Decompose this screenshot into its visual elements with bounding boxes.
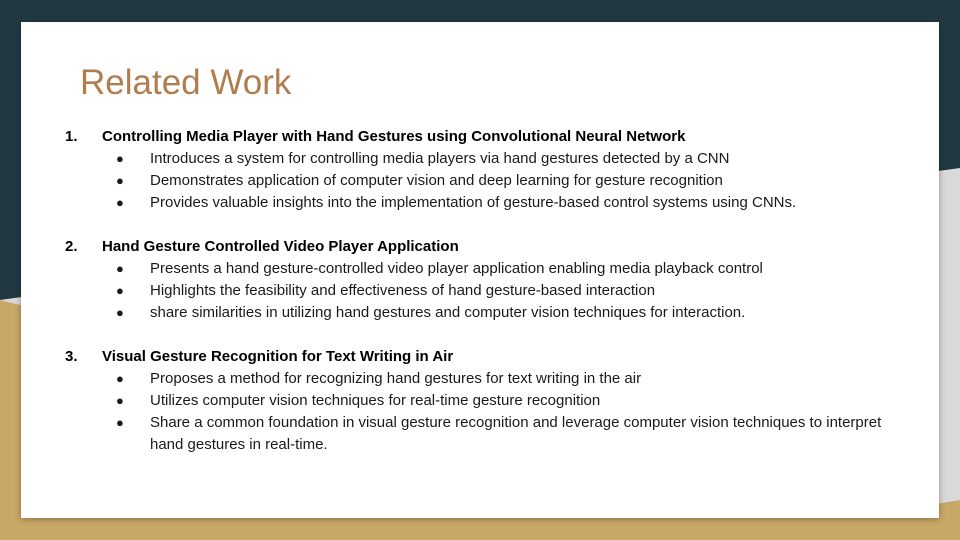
bullet-item: ● Demonstrates application of computer v…: [21, 170, 939, 192]
bullet-icon: ●: [116, 173, 124, 188]
bullet-item: ● Utilizes computer vision techniques fo…: [21, 390, 939, 412]
bullet-icon: ●: [116, 195, 124, 210]
bullet-icon: ●: [116, 305, 124, 320]
bullet-text: Share a common foundation in visual gest…: [150, 414, 882, 453]
section-heading: 3. Visual Gesture Recognition for Text W…: [21, 346, 939, 368]
bullet-icon: ●: [116, 393, 124, 408]
bullet-icon: ●: [116, 261, 124, 276]
slide-card: Related Work 1. Controlling Media Player…: [21, 22, 939, 518]
section-number: 3.: [65, 348, 78, 365]
section-1: 1. Controlling Media Player with Hand Ge…: [21, 126, 939, 214]
section-title: Hand Gesture Controlled Video Player App…: [102, 238, 459, 255]
bullet-item: ● Highlights the feasibility and effecti…: [21, 280, 939, 302]
bullet-item: ● Share a common foundation in visual ge…: [21, 412, 939, 456]
section-heading: 2. Hand Gesture Controlled Video Player …: [21, 236, 939, 258]
section-2: 2. Hand Gesture Controlled Video Player …: [21, 236, 939, 324]
section-heading: 1. Controlling Media Player with Hand Ge…: [21, 126, 939, 148]
bullet-icon: ●: [116, 283, 124, 298]
bullet-icon: ●: [116, 371, 124, 386]
section-bullets: ● Proposes a method for recognizing hand…: [21, 368, 939, 456]
section-number: 1.: [65, 128, 78, 145]
bullet-item: ● Presents a hand gesture-controlled vid…: [21, 258, 939, 280]
bullet-text: Provides valuable insights into the impl…: [150, 194, 797, 211]
section-title: Visual Gesture Recognition for Text Writ…: [102, 348, 454, 365]
bullet-item: ● share similarities in utilizing hand g…: [21, 302, 939, 324]
section-3: 3. Visual Gesture Recognition for Text W…: [21, 346, 939, 456]
slide-title: Related Work: [80, 63, 292, 102]
bullet-item: ● Proposes a method for recognizing hand…: [21, 368, 939, 390]
bullet-text: Highlights the feasibility and effective…: [150, 282, 656, 299]
section-number: 2.: [65, 238, 78, 255]
section-title: Controlling Media Player with Hand Gestu…: [102, 128, 686, 145]
bullet-icon: ●: [116, 415, 124, 430]
bullet-text: share similarities in utilizing hand ges…: [150, 304, 746, 321]
bullet-item: ● Introduces a system for controlling me…: [21, 148, 939, 170]
bullet-icon: ●: [116, 151, 124, 166]
section-bullets: ● Presents a hand gesture-controlled vid…: [21, 258, 939, 324]
bullet-text: Introduces a system for controlling medi…: [150, 150, 730, 167]
section-bullets: ● Introduces a system for controlling me…: [21, 148, 939, 214]
bullet-text: Utilizes computer vision techniques for …: [150, 392, 601, 409]
bullet-text: Presents a hand gesture-controlled video…: [150, 260, 763, 277]
bullet-text: Proposes a method for recognizing hand g…: [150, 370, 642, 387]
related-work-list: 1. Controlling Media Player with Hand Ge…: [21, 126, 939, 478]
bullet-item: ● Provides valuable insights into the im…: [21, 192, 939, 214]
bullet-text: Demonstrates application of computer vis…: [150, 172, 723, 189]
